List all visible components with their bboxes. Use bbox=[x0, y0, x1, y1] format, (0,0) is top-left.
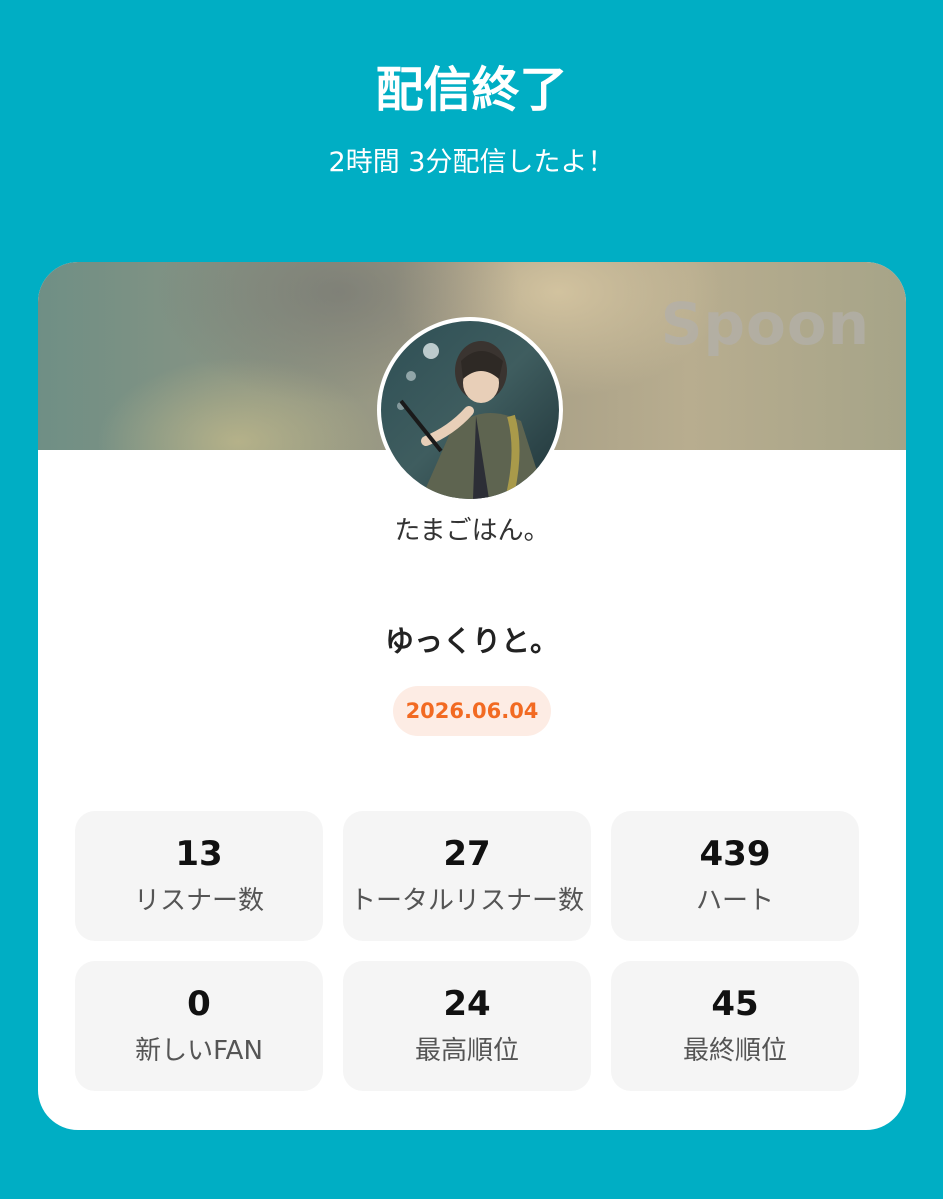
stat-label: 最高順位 bbox=[414, 1036, 519, 1066]
spoon-watermark-logo: Spoon bbox=[660, 290, 870, 358]
date-badge: 2026.06.04 bbox=[393, 686, 551, 736]
stat-value: 45 bbox=[711, 984, 759, 1024]
stat-value: 24 bbox=[443, 984, 491, 1024]
live-title: ゆっくりと。 bbox=[384, 624, 559, 658]
avatar[interactable] bbox=[377, 317, 563, 503]
stat-total-listeners: 27 トータルリスナー数 bbox=[343, 811, 591, 941]
avatar-illustration-image bbox=[381, 321, 559, 499]
stat-label: 新しいFAN bbox=[135, 1036, 263, 1066]
stat-value: 13 bbox=[175, 834, 223, 874]
stat-value: 0 bbox=[187, 984, 211, 1024]
stat-highest-rank: 24 最高順位 bbox=[343, 961, 591, 1091]
stat-label: 最終順位 bbox=[682, 1036, 787, 1066]
broadcast-duration: 2時間 3分配信したよ！ bbox=[328, 147, 615, 178]
stat-value: 27 bbox=[443, 834, 491, 874]
stat-new-fans: 0 新しいFAN bbox=[75, 961, 323, 1091]
stat-label: ハート bbox=[695, 886, 774, 916]
stat-label: トータルリスナー数 bbox=[349, 886, 584, 916]
broadcast-summary-card: Spoon たまごはん。 ゆっくりと。 2026.06.04 13 リスナー数 … bbox=[38, 262, 906, 1130]
stat-label: リスナー数 bbox=[133, 886, 264, 916]
page-title: 配信終了 bbox=[375, 62, 568, 118]
stat-value: 439 bbox=[699, 834, 771, 874]
stat-hearts: 439 ハート bbox=[611, 811, 859, 941]
dj-nickname: たまごはん。 bbox=[394, 516, 550, 546]
stat-listeners: 13 リスナー数 bbox=[75, 811, 323, 941]
stat-final-rank: 45 最終順位 bbox=[611, 961, 859, 1091]
